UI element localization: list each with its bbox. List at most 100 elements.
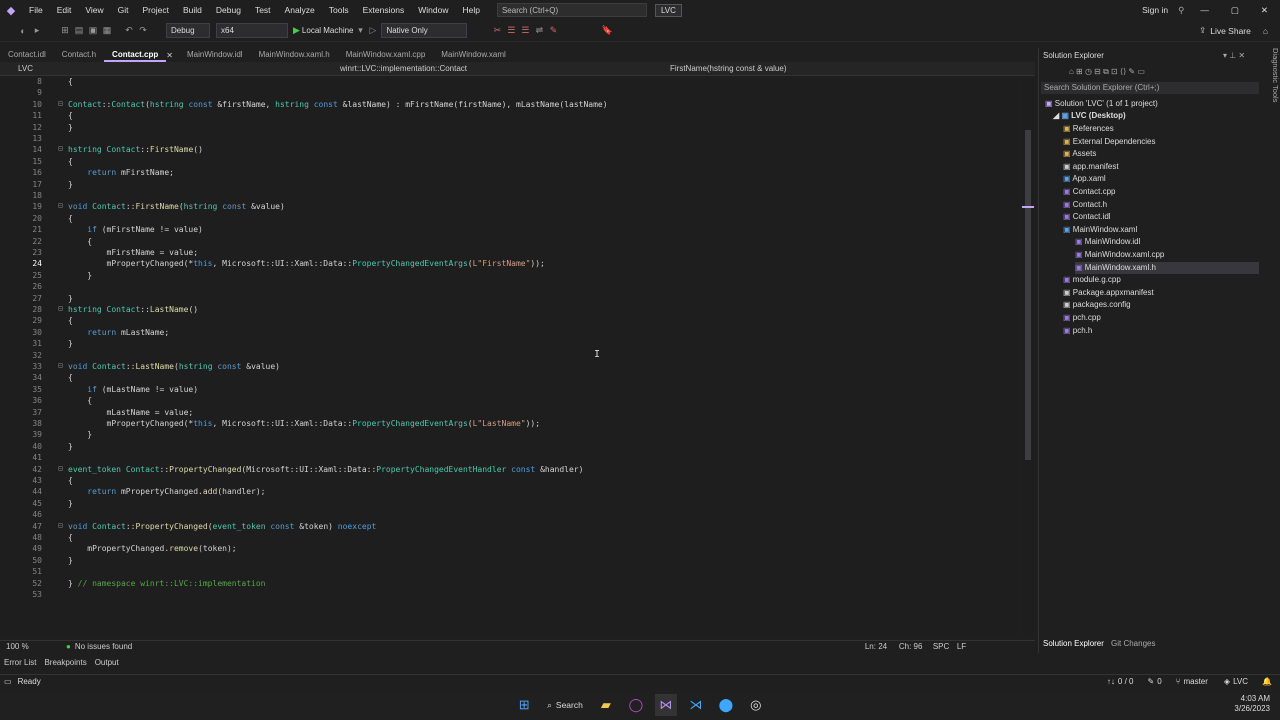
solution-item[interactable]: ▣ module.g.cpp bbox=[1063, 274, 1259, 286]
opera-icon[interactable]: ◯ bbox=[625, 694, 647, 716]
close-window-button[interactable]: ✕ bbox=[1261, 5, 1268, 16]
menu-help[interactable]: Help bbox=[455, 5, 486, 15]
windows-start-icon[interactable]: ⊞ bbox=[513, 694, 535, 716]
close-tab-icon[interactable]: ✕ bbox=[166, 51, 173, 60]
run-target-button[interactable]: Local Machine bbox=[302, 26, 354, 35]
back-icon[interactable]: ◐ bbox=[16, 26, 30, 36]
configuration-select[interactable]: Debug bbox=[166, 23, 210, 38]
solution-item[interactable]: ▣ pch.h bbox=[1063, 325, 1259, 337]
member-dropdown[interactable]: FirstName(hstring const & value) bbox=[670, 64, 786, 73]
run-dropdown-icon[interactable]: ▾ bbox=[354, 25, 368, 36]
solution-item[interactable]: ▣ External Dependencies bbox=[1063, 136, 1259, 148]
solution-item[interactable]: ▣ Package.appxmanifest bbox=[1063, 287, 1259, 299]
debug-mode-select[interactable]: Native Only bbox=[381, 23, 468, 38]
menu-edit[interactable]: Edit bbox=[50, 5, 79, 15]
scrollbar-thumb[interactable] bbox=[1025, 130, 1031, 460]
menu-analyze[interactable]: Analyze bbox=[278, 5, 322, 15]
save-all-icon[interactable]: ▦ bbox=[100, 25, 114, 36]
solution-item[interactable]: ▣ App.xaml bbox=[1063, 173, 1259, 185]
account-icon[interactable]: ⚲ bbox=[1178, 5, 1184, 16]
toolbar-icon-d[interactable]: ⇌ bbox=[532, 25, 546, 36]
notifications-icon[interactable]: 🔔 bbox=[1262, 677, 1272, 686]
tools-icon[interactable]: ✎ bbox=[546, 25, 560, 36]
search-input[interactable]: Search (Ctrl+Q) bbox=[496, 3, 647, 17]
menu-extensions[interactable]: Extensions bbox=[356, 5, 412, 15]
forward-icon[interactable]: ▸ bbox=[30, 25, 44, 36]
tab-solution-explorer[interactable]: Solution Explorer bbox=[1043, 638, 1104, 650]
tab-git-changes[interactable]: Git Changes bbox=[1111, 638, 1155, 650]
menu-tools[interactable]: Tools bbox=[322, 5, 356, 15]
tab-mainwindow-xaml-h[interactable]: MainWindow.xaml.h bbox=[251, 48, 338, 62]
panel-options-icon[interactable]: ▾ ⊥ ✕ bbox=[1223, 50, 1245, 62]
project-node[interactable]: ◢ ▣ LVC (Desktop) bbox=[1053, 110, 1126, 122]
solution-item[interactable]: ▣ MainWindow.xaml.cpp bbox=[1075, 249, 1259, 261]
redo-icon[interactable]: ↷ bbox=[136, 25, 150, 36]
zoom-level[interactable]: 100 % bbox=[6, 642, 66, 651]
toolbar-icon-a[interactable]: ✂ bbox=[490, 25, 504, 36]
editor-scrollbar[interactable] bbox=[1022, 76, 1034, 638]
tab-error-list[interactable]: Error List bbox=[4, 658, 36, 667]
tab-mainwindow-idl[interactable]: MainWindow.idl bbox=[179, 48, 251, 62]
solution-node[interactable]: ▣ Solution 'LVC' (1 of 1 project) bbox=[1045, 98, 1158, 110]
menu-git[interactable]: Git bbox=[111, 5, 136, 15]
solution-item[interactable]: ▣ packages.config bbox=[1063, 299, 1259, 311]
undo-icon[interactable]: ↶ bbox=[122, 25, 136, 36]
solution-item[interactable]: ▣ Contact.h bbox=[1063, 199, 1259, 211]
solution-item[interactable]: ▣ pch.cpp bbox=[1063, 312, 1259, 324]
maps-icon[interactable]: ⬤ bbox=[715, 694, 737, 716]
chrome-icon[interactable]: ◎ bbox=[745, 694, 767, 716]
fold-icon[interactable]: ⊟ bbox=[58, 99, 63, 108]
fold-icon[interactable]: ⊟ bbox=[58, 521, 63, 530]
tab-breakpoints[interactable]: Breakpoints bbox=[44, 658, 86, 667]
branch-name[interactable]: master bbox=[1183, 677, 1207, 686]
menu-build[interactable]: Build bbox=[176, 5, 209, 15]
issues-status[interactable]: No issues found bbox=[75, 642, 865, 651]
fold-icon[interactable]: ⊟ bbox=[58, 464, 63, 473]
tab-output[interactable]: Output bbox=[95, 658, 119, 667]
menu-debug[interactable]: Debug bbox=[209, 5, 248, 15]
solution-item[interactable]: ▣ MainWindow.xaml.h bbox=[1075, 261, 1259, 274]
file-explorer-icon[interactable]: ▰ bbox=[595, 694, 617, 716]
menu-project[interactable]: Project bbox=[136, 5, 176, 15]
repo-name[interactable]: LVC bbox=[1233, 677, 1248, 686]
solution-item[interactable]: ▣ MainWindow.idl bbox=[1075, 236, 1259, 248]
toolbar-icon-c[interactable]: ☰ bbox=[518, 25, 532, 36]
tab-contact-cpp[interactable]: Contact.cpp bbox=[104, 48, 167, 62]
system-clock[interactable]: 4:03 AM 3/26/2023 bbox=[1234, 694, 1270, 714]
diagnostic-tools-tab[interactable]: Diagnostic Tools bbox=[1262, 48, 1280, 248]
fold-icon[interactable]: ⊟ bbox=[58, 144, 63, 153]
bookmark-icon[interactable]: 🔖 bbox=[600, 25, 614, 36]
solution-item[interactable]: ▣ Contact.idl bbox=[1063, 211, 1259, 223]
solution-item[interactable]: ▣ app.manifest bbox=[1063, 161, 1259, 173]
taskbar-search[interactable]: ⌕ Search bbox=[547, 700, 583, 711]
solution-item[interactable]: ▣ Contact.cpp bbox=[1063, 186, 1259, 198]
minimize-button[interactable]: — bbox=[1200, 5, 1209, 15]
visual-studio-icon[interactable]: ⋈ bbox=[654, 694, 677, 716]
solution-item[interactable]: ▣ Assets bbox=[1063, 148, 1259, 160]
menu-window[interactable]: Window bbox=[411, 5, 455, 15]
solution-toolbar-icons[interactable]: ⌂ ⊞ ◷ ⊟ ⧉ ⊡ ⟨⟩ ✎ ▭ bbox=[1069, 66, 1145, 78]
save-icon[interactable]: ▣ bbox=[86, 25, 100, 36]
live-share-icon[interactable]: ⇪ bbox=[1199, 25, 1206, 36]
sign-in-link[interactable]: Sign in bbox=[1142, 5, 1168, 15]
platform-select[interactable]: x64 bbox=[216, 23, 288, 38]
toolbar-icon-b[interactable]: ☰ bbox=[504, 25, 518, 36]
solution-item[interactable]: ▣ References bbox=[1063, 123, 1259, 135]
scope-dropdown[interactable]: winrt::LVC::implementation::Contact bbox=[340, 64, 670, 73]
tab-mainwindow-xaml[interactable]: MainWindow.xaml bbox=[433, 48, 513, 62]
open-icon[interactable]: ▤ bbox=[72, 25, 86, 36]
menu-test[interactable]: Test bbox=[248, 5, 278, 15]
pending-changes[interactable]: 0 / 0 bbox=[1118, 677, 1134, 686]
tab-contact-h[interactable]: Contact.h bbox=[54, 48, 104, 62]
live-share-button[interactable]: Live Share bbox=[1210, 26, 1251, 36]
menu-file[interactable]: File bbox=[22, 5, 50, 15]
start-without-debugging-icon[interactable]: ▷ bbox=[370, 25, 377, 36]
fold-icon[interactable]: ⊟ bbox=[58, 361, 63, 370]
fold-icon[interactable]: ⊟ bbox=[58, 201, 63, 210]
solution-item[interactable]: ▣ MainWindow.xaml bbox=[1063, 224, 1259, 236]
edits-count[interactable]: 0 bbox=[1157, 677, 1161, 686]
tab-contact-idl[interactable]: Contact.idl bbox=[0, 48, 54, 62]
tab-mainwindow-xaml-cpp[interactable]: MainWindow.xaml.cpp bbox=[338, 48, 434, 62]
new-item-icon[interactable]: ⊞ bbox=[58, 25, 72, 36]
feedback-icon[interactable]: ⌂ bbox=[1263, 26, 1268, 36]
